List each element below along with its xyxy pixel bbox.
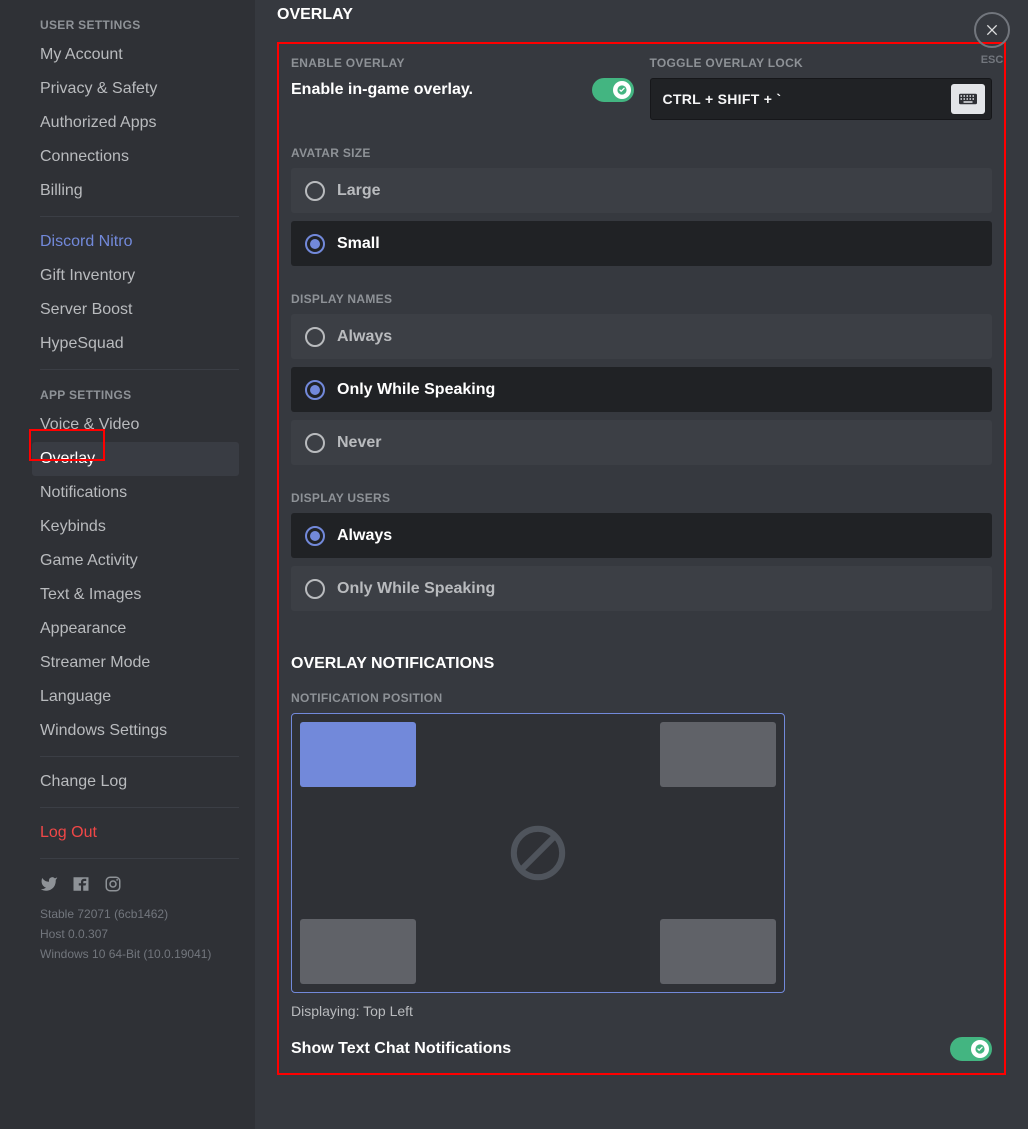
radio-icon: [305, 380, 325, 400]
sidebar-item-notifications[interactable]: Notifications: [32, 476, 239, 510]
version-line-1: Stable 72071 (6cb1462): [40, 902, 239, 922]
notification-position-label: NOTIFICATION POSITION: [291, 691, 992, 705]
toggle-show-text-chat[interactable]: [950, 1037, 992, 1061]
radio-icon: [305, 433, 325, 453]
sidebar-item-streamer-mode[interactable]: Streamer Mode: [32, 646, 239, 680]
close-area: ESC: [974, 12, 1010, 66]
esc-label: ESC: [974, 54, 1010, 66]
sidebar: USER SETTINGS My Account Privacy & Safet…: [0, 0, 255, 1129]
radio-icon: [305, 234, 325, 254]
radio-label: Only While Speaking: [337, 580, 495, 598]
sidebar-item-appearance[interactable]: Appearance: [32, 612, 239, 646]
sidebar-social: [40, 867, 239, 902]
radio-icon: [305, 327, 325, 347]
sidebar-item-privacy-safety[interactable]: Privacy & Safety: [32, 72, 239, 106]
display-names-label: DISPLAY NAMES: [291, 292, 992, 306]
pos-bottom-left[interactable]: [300, 919, 416, 984]
overlay-notifications-title: OVERLAY NOTIFICATIONS: [291, 655, 992, 673]
toggle-knob: [613, 81, 631, 99]
avatar-size-label: AVATAR SIZE: [291, 146, 992, 160]
radio-icon: [305, 181, 325, 201]
sidebar-divider: [40, 807, 239, 808]
sidebar-divider: [40, 858, 239, 859]
displaying-line: Displaying: Top Left: [291, 1003, 992, 1019]
version-line-3: Windows 10 64-Bit (10.0.19041): [40, 942, 239, 962]
toggle-knob: [971, 1040, 989, 1058]
enable-overlay-label: ENABLE OVERLAY: [291, 56, 634, 70]
radio-avatar-large[interactable]: Large: [291, 168, 992, 213]
keybind-value: CTRL + SHIFT + `: [663, 91, 782, 107]
sidebar-item-gift-inventory[interactable]: Gift Inventory: [32, 259, 239, 293]
disable-icon[interactable]: [509, 824, 567, 882]
close-button[interactable]: [974, 12, 1010, 48]
radio-label: Small: [337, 235, 380, 253]
radio-label: Only While Speaking: [337, 381, 495, 399]
keybind-input[interactable]: CTRL + SHIFT + `: [650, 78, 993, 120]
show-text-chat-label: Show Text Chat Notifications: [291, 1040, 511, 1058]
sidebar-item-server-boost[interactable]: Server Boost: [32, 293, 239, 327]
sidebar-item-text-images[interactable]: Text & Images: [32, 578, 239, 612]
facebook-icon[interactable]: [72, 875, 90, 898]
sidebar-item-hypesquad[interactable]: HypeSquad: [32, 327, 239, 361]
sidebar-item-change-log[interactable]: Change Log: [32, 765, 239, 799]
radio-icon: [305, 526, 325, 546]
pos-top-right[interactable]: [660, 722, 776, 787]
keyboard-icon[interactable]: [951, 84, 985, 114]
main-content: OVERLAY ENABLE OVERLAY Enable in-game ov…: [255, 0, 1028, 1129]
pos-top-left[interactable]: [300, 722, 416, 787]
sidebar-item-billing[interactable]: Billing: [32, 174, 239, 208]
toggle-enable-overlay[interactable]: [592, 78, 634, 102]
radio-label: Always: [337, 328, 392, 346]
radio-label: Large: [337, 182, 381, 200]
radio-label: Always: [337, 527, 392, 545]
enable-overlay-text: Enable in-game overlay.: [291, 81, 473, 99]
pos-bottom-right[interactable]: [660, 919, 776, 984]
sidebar-item-game-activity[interactable]: Game Activity: [32, 544, 239, 578]
toggle-lock-label: TOGGLE OVERLAY LOCK: [650, 56, 993, 70]
display-users-label: DISPLAY USERS: [291, 491, 992, 505]
instagram-icon[interactable]: [104, 875, 122, 898]
radio-users-always[interactable]: Always: [291, 513, 992, 558]
page-title: OVERLAY: [277, 0, 1006, 42]
notification-position-picker: [291, 713, 785, 993]
radio-names-always[interactable]: Always: [291, 314, 992, 359]
sidebar-item-authorized-apps[interactable]: Authorized Apps: [32, 106, 239, 140]
twitter-icon[interactable]: [40, 875, 58, 898]
sidebar-header-user: USER SETTINGS: [40, 8, 239, 38]
sidebar-divider: [40, 756, 239, 757]
radio-users-only-speaking[interactable]: Only While Speaking: [291, 566, 992, 611]
sidebar-item-discord-nitro[interactable]: Discord Nitro: [32, 225, 239, 259]
radio-avatar-small[interactable]: Small: [291, 221, 992, 266]
radio-label: Never: [337, 434, 381, 452]
sidebar-item-keybinds[interactable]: Keybinds: [32, 510, 239, 544]
sidebar-item-language[interactable]: Language: [32, 680, 239, 714]
radio-icon: [305, 579, 325, 599]
sidebar-divider: [40, 216, 239, 217]
sidebar-item-connections[interactable]: Connections: [32, 140, 239, 174]
sidebar-divider: [40, 369, 239, 370]
sidebar-item-voice-video[interactable]: Voice & Video: [32, 408, 239, 442]
annotation-highlight-main: ENABLE OVERLAY Enable in-game overlay. T…: [277, 42, 1006, 1075]
version-line-2: Host 0.0.307: [40, 922, 239, 942]
sidebar-item-log-out[interactable]: Log Out: [32, 816, 239, 850]
sidebar-item-overlay[interactable]: Overlay: [32, 442, 239, 476]
sidebar-item-my-account[interactable]: My Account: [32, 38, 239, 72]
sidebar-item-windows-settings[interactable]: Windows Settings: [32, 714, 239, 748]
radio-names-only-speaking[interactable]: Only While Speaking: [291, 367, 992, 412]
radio-names-never[interactable]: Never: [291, 420, 992, 465]
sidebar-header-app: APP SETTINGS: [40, 378, 239, 408]
